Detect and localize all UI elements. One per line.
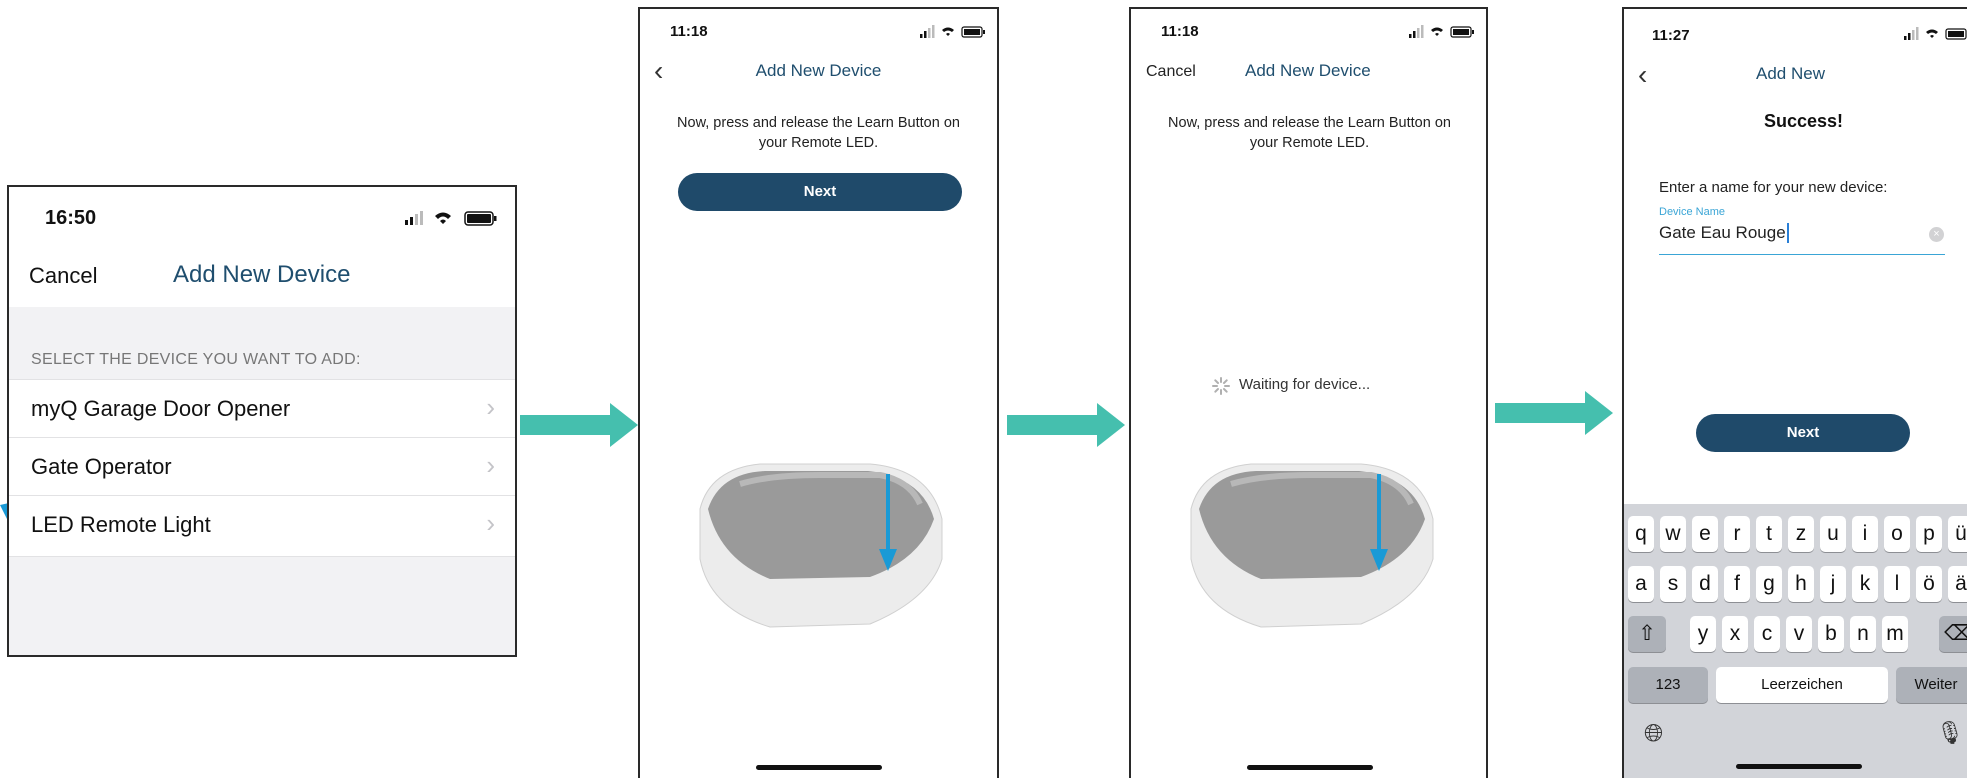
key[interactable]: q	[1628, 516, 1654, 552]
header-area	[9, 187, 515, 307]
key[interactable]: r	[1724, 516, 1750, 552]
device-image	[1190, 463, 1434, 628]
key[interactable]: g	[1756, 566, 1782, 602]
key[interactable]: m	[1882, 616, 1908, 652]
spinner-icon	[1212, 377, 1230, 395]
list-item-label: myQ Garage Door Opener	[31, 396, 291, 421]
instruction-text: Now, press and release the Learn Button …	[677, 115, 960, 151]
return-key[interactable]: Weiter	[1896, 667, 1967, 703]
list-item[interactable]: myQ Garage Door Opener ›	[9, 379, 515, 438]
field-label: Device Name	[1659, 206, 1726, 218]
keyboard: q w e r t z u i o p ü a s d f g h j k l …	[1624, 504, 1967, 778]
chevron-right-icon: ›	[486, 508, 495, 538]
status-icons	[405, 211, 497, 226]
numbers-key[interactable]: 123	[1628, 667, 1708, 703]
space-key[interactable]: Leerzeichen	[1716, 667, 1888, 703]
delete-key-icon[interactable]: ⌫	[1939, 616, 1967, 652]
key[interactable]: ü	[1948, 516, 1967, 552]
globe-icon[interactable]: 🌐︎	[1644, 720, 1663, 748]
key[interactable]: p	[1916, 516, 1942, 552]
key[interactable]: v	[1786, 616, 1812, 652]
status-time: 11:18	[1161, 23, 1199, 40]
page-title: Add New Device	[1245, 61, 1371, 80]
waiting-text: Waiting for device...	[1239, 376, 1371, 393]
key[interactable]: ä	[1948, 566, 1967, 602]
key[interactable]: i	[1852, 516, 1878, 552]
flow-arrow-icon	[1495, 391, 1613, 435]
key[interactable]: y	[1690, 616, 1716, 652]
device-name-input[interactable]: Gate Eau Rouge	[1659, 223, 1789, 243]
key[interactable]: d	[1692, 566, 1718, 602]
screen-waiting: 11:18 Cancel Add New Device Now, press a…	[1129, 7, 1488, 778]
home-indicator	[756, 765, 882, 770]
key[interactable]: u	[1820, 516, 1846, 552]
screen-learn-button: 11:18 ‹ Add New Device Now, press and re…	[638, 7, 999, 778]
key[interactable]: e	[1692, 516, 1718, 552]
key[interactable]: n	[1850, 616, 1876, 652]
key[interactable]: f	[1724, 566, 1750, 602]
list-item-label: Gate Operator	[31, 454, 172, 479]
key[interactable]: ö	[1916, 566, 1942, 602]
list-item-label: LED Remote Light	[31, 512, 211, 537]
status-icons	[1904, 27, 1967, 40]
flow-arrow-icon	[520, 403, 638, 447]
key[interactable]: z	[1788, 516, 1814, 552]
key[interactable]: j	[1820, 566, 1846, 602]
status-time: 11:18	[670, 23, 708, 40]
key[interactable]: w	[1660, 516, 1686, 552]
status-icons	[1409, 25, 1474, 38]
cancel-button[interactable]: Cancel	[1146, 63, 1196, 81]
key[interactable]: x	[1722, 616, 1748, 652]
key[interactable]: a	[1628, 566, 1654, 602]
list-item[interactable]: Gate Operator ›	[9, 437, 515, 496]
next-button[interactable]: Next	[1696, 414, 1910, 452]
microphone-icon[interactable]: 🎙︎	[1936, 720, 1964, 746]
key[interactable]: l	[1884, 566, 1910, 602]
key[interactable]: s	[1660, 566, 1686, 602]
key[interactable]: o	[1884, 516, 1910, 552]
clear-icon[interactable]: ×	[1929, 227, 1944, 242]
key[interactable]: c	[1754, 616, 1780, 652]
key[interactable]: b	[1818, 616, 1844, 652]
page-title: Add New Device	[173, 261, 351, 288]
chevron-right-icon: ›	[486, 450, 495, 480]
section-header: SELECT THE DEVICE YOU WANT TO ADD:	[31, 351, 361, 368]
page-title: Add New Device	[755, 61, 882, 80]
status-time: 16:50	[45, 207, 97, 229]
next-button[interactable]: Next	[678, 173, 962, 211]
back-chevron-icon[interactable]: ‹	[1638, 61, 1647, 89]
home-indicator	[1247, 765, 1373, 770]
shift-key-icon[interactable]: ⇧	[1628, 616, 1666, 652]
key[interactable]: h	[1788, 566, 1814, 602]
flow-arrow-icon	[1007, 403, 1125, 447]
key[interactable]: t	[1756, 516, 1782, 552]
status-time: 11:27	[1652, 27, 1690, 44]
status-icons	[920, 25, 985, 38]
key[interactable]: k	[1852, 566, 1878, 602]
device-list: myQ Garage Door Opener › Gate Operator ›…	[9, 379, 515, 557]
cancel-button[interactable]: Cancel	[29, 263, 97, 289]
device-name-field[interactable]: Device Name Gate Eau Rouge ×	[1659, 206, 1945, 255]
home-indicator	[1736, 764, 1862, 769]
list-item[interactable]: LED Remote Light ›	[9, 495, 515, 557]
instruction-text: Now, press and release the Learn Button …	[1168, 115, 1451, 151]
device-image	[699, 463, 943, 628]
page-title: Add New	[1756, 64, 1825, 83]
screen-name-device: 11:27 ‹ Add New Success! Enter a name fo…	[1622, 7, 1967, 778]
success-heading: Success!	[1764, 111, 1844, 131]
screen-select-device: 16:50 Cancel Add New Device SELECT THE D…	[7, 185, 517, 657]
chevron-right-icon: ›	[486, 392, 495, 422]
name-prompt: Enter a name for your new device:	[1659, 179, 1888, 196]
